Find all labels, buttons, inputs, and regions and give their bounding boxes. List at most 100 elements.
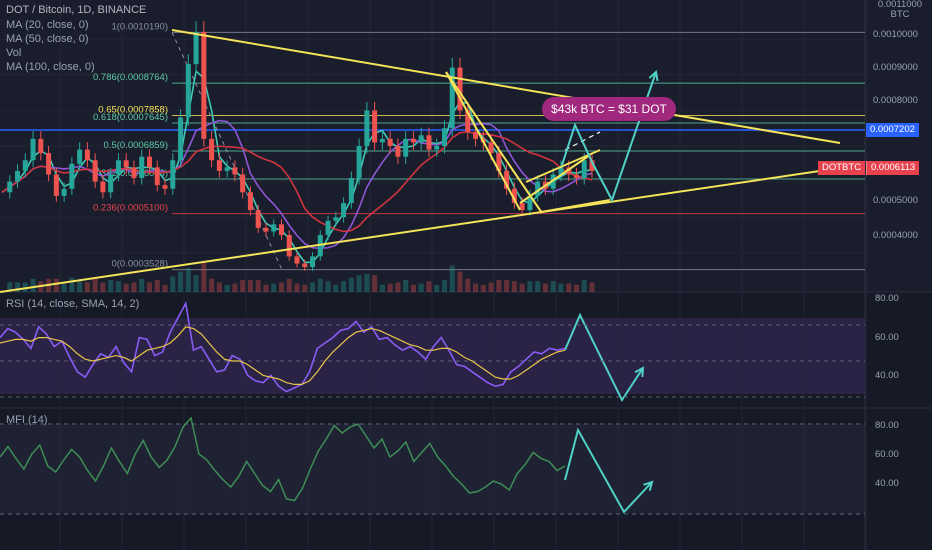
volume-bar	[496, 280, 502, 292]
candle-body	[581, 160, 587, 179]
volume-bar	[170, 276, 176, 292]
volume-bar	[123, 283, 129, 292]
volume-bar	[139, 278, 145, 292]
volume-bar	[589, 282, 595, 292]
volume-bar	[480, 284, 486, 292]
candle-body	[7, 181, 13, 193]
candle-body	[61, 188, 67, 196]
volume-bar	[519, 283, 525, 292]
candle-body	[286, 235, 292, 257]
chart-canvas[interactable]: 1(0.0010190)0.786(0.0008764)0.65(0.00078…	[0, 0, 932, 550]
fib-level-label: 1(0.0010190)	[111, 21, 168, 32]
candle-body	[333, 217, 339, 221]
volume-bar	[426, 281, 432, 292]
candle-body	[209, 138, 215, 161]
volume-bar	[317, 278, 323, 292]
rsi-title[interactable]: RSI (14, close, SMA, 14, 2)	[6, 298, 139, 310]
volume-bar	[162, 284, 168, 292]
candle-body	[38, 138, 44, 154]
volume-bar	[77, 281, 83, 292]
indicator-ma20[interactable]: MA (20, close, 0)	[6, 19, 89, 31]
candle-body	[123, 160, 129, 168]
volume-bar	[310, 282, 316, 292]
candle-body	[473, 131, 479, 139]
volume-bar	[247, 280, 253, 292]
rsi-axis-tick: 80.00	[875, 293, 899, 304]
rsi-axis-tick: 40.00	[875, 370, 899, 381]
candle-body	[77, 149, 83, 164]
volume-bar	[410, 284, 416, 292]
volume-bar	[372, 275, 378, 292]
indicator-vol[interactable]: Vol	[6, 47, 21, 59]
candle-body	[46, 153, 52, 175]
indicator-ma50[interactable]: MA (50, close, 0)	[6, 33, 89, 45]
volume-bar	[224, 284, 230, 292]
volume-bar	[581, 280, 587, 292]
candle-body	[100, 181, 106, 193]
candle-body	[193, 32, 199, 65]
volume-bar	[209, 278, 215, 292]
candle-body	[232, 167, 238, 175]
candle-body	[84, 149, 90, 161]
volume-bar	[61, 283, 67, 292]
volume-bar	[84, 282, 90, 292]
volume-bar	[573, 284, 579, 292]
volume-bar	[108, 280, 114, 292]
volume-bar	[364, 274, 370, 292]
volume-bar	[325, 281, 331, 292]
volume-bar	[53, 278, 59, 292]
candle-body	[341, 202, 347, 218]
volume-bar	[457, 271, 463, 292]
mfi-axis-tick: 60.00	[875, 449, 899, 460]
candle-body	[325, 220, 331, 236]
price-axis-tick: 0.0004000	[873, 230, 918, 241]
candle-body	[442, 128, 447, 146]
candle-body	[15, 170, 21, 182]
candle-body	[92, 160, 98, 182]
candle-body	[348, 178, 354, 203]
candle-body	[139, 156, 145, 179]
volume-bar	[403, 280, 409, 292]
volume-bar	[348, 277, 354, 292]
candle-body	[170, 160, 176, 189]
candle-body	[131, 167, 137, 179]
mfi-axis-tick: 80.00	[875, 420, 899, 431]
candle-body	[271, 224, 277, 232]
volume-bar	[263, 284, 269, 292]
volume-bar	[201, 262, 207, 292]
candle-body	[22, 160, 28, 171]
volume-bar	[558, 283, 564, 292]
volume-bar	[504, 280, 510, 292]
candle-body	[255, 210, 261, 228]
volume-bar	[341, 281, 347, 292]
volume-bar	[92, 278, 98, 292]
volume-bar	[566, 283, 572, 292]
symbol-tag: DOTBTC	[818, 161, 866, 175]
volume-bar	[379, 284, 385, 292]
indicator-ma100[interactable]: MA (100, close, 0)	[6, 61, 95, 73]
candle-body	[154, 167, 160, 186]
volume-bar	[100, 282, 106, 292]
mfi-title[interactable]: MFI (14)	[6, 414, 48, 426]
volume-bar	[147, 282, 152, 292]
volume-bar	[178, 271, 184, 292]
price-axis-currency: BTC	[891, 9, 910, 20]
volume-bar	[418, 283, 424, 292]
candle-body	[69, 163, 75, 189]
candle-body	[147, 156, 152, 168]
candle-body	[216, 160, 222, 171]
candle-body	[247, 192, 253, 211]
candle-body	[294, 256, 300, 264]
volume-bar	[387, 283, 393, 292]
price-axis-tick: 0.0005000	[873, 195, 918, 206]
volume-bar	[395, 282, 401, 292]
candle-body	[372, 110, 378, 143]
volume-bar	[434, 284, 440, 292]
candle-body	[240, 174, 246, 193]
chart-title: DOT / Bitcoin, 1D, BINANCE	[6, 4, 147, 16]
price-axis-tick: 0.0009000	[873, 62, 918, 73]
volume-bar	[271, 283, 277, 292]
candle-body	[573, 174, 579, 179]
candle-body	[379, 138, 385, 143]
volume-bar	[278, 282, 284, 292]
